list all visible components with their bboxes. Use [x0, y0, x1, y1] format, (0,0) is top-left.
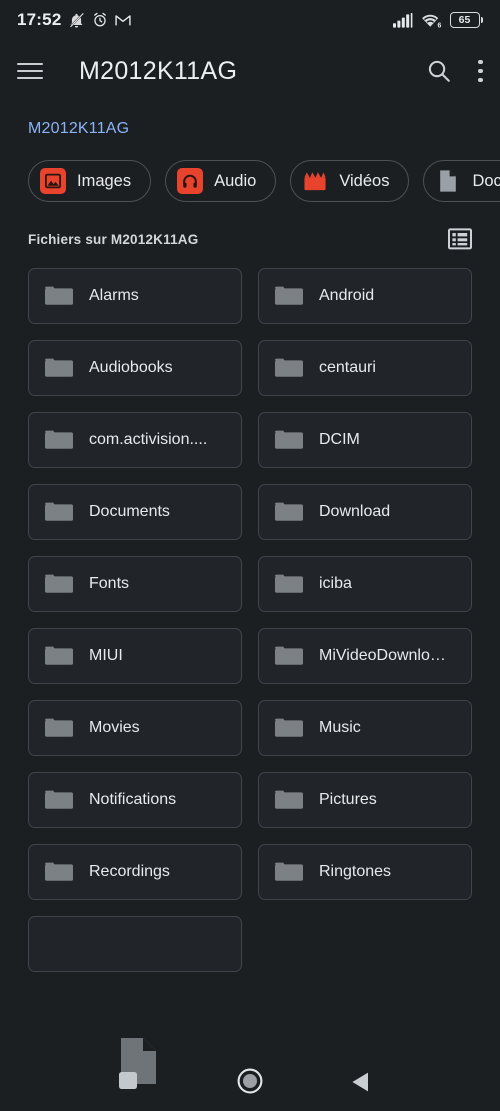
file-card[interactable]: Music [258, 700, 472, 756]
bell-muted-icon [69, 12, 85, 28]
page-title: M2012K11AG [79, 56, 238, 85]
folder-icon [44, 428, 74, 452]
filter-chip-label: Audio [214, 171, 257, 190]
folder-icon [44, 356, 74, 380]
file-grid: Alarms Android Audiobooks centauri com.activ… [0, 250, 500, 972]
breadcrumb-item-root[interactable]: M2012K11AG [28, 120, 129, 138]
file-card[interactable]: Fonts [28, 556, 242, 612]
file-card[interactable]: centauri [258, 340, 472, 396]
section-header: Fichiers sur M2012K11AG [0, 202, 500, 250]
document-icon [435, 168, 461, 194]
gmail-icon [115, 14, 132, 25]
file-card[interactable]: Movies [28, 700, 242, 756]
folder-icon [274, 356, 304, 380]
file-card[interactable]: Download [258, 484, 472, 540]
file-card[interactable]: iciba [258, 556, 472, 612]
file-card-label: Fonts [89, 575, 130, 592]
file-card-label: MIUI [89, 647, 123, 664]
file-card-label: MiVideoDownlo… [319, 647, 446, 664]
status-time: 17:52 [17, 10, 62, 29]
battery-level-label: 65 [458, 13, 471, 26]
file-card-label: Music [319, 719, 361, 736]
folder-icon [274, 860, 304, 884]
file-card-label: Pictures [319, 791, 377, 808]
svg-text:6: 6 [437, 22, 441, 28]
file-card[interactable]: com.activision.... [28, 412, 242, 468]
file-card-label: com.activision.... [89, 431, 208, 448]
folder-icon [44, 860, 74, 884]
folder-icon [274, 428, 304, 452]
file-card[interactable]: MiVideoDownlo… [258, 628, 472, 684]
filter-chip-label: Doc [472, 171, 500, 190]
folder-icon [274, 500, 304, 524]
file-card[interactable]: DCIM [258, 412, 472, 468]
home-circle-icon[interactable] [236, 1067, 264, 1095]
system-navigation-bar [0, 1049, 500, 1111]
folder-icon [44, 644, 74, 668]
file-card-label: Recordings [89, 863, 170, 880]
search-icon[interactable] [426, 58, 452, 84]
file-card[interactable]: Documents [28, 484, 242, 540]
file-card-label: Movies [89, 719, 140, 736]
filter-chip-label: Images [77, 171, 132, 190]
kebab-menu-icon[interactable] [478, 59, 483, 83]
image-icon [40, 168, 66, 194]
file-card[interactable]: MIUI [28, 628, 242, 684]
file-card-label: Notifications [89, 791, 177, 808]
file-card[interactable]: Alarms [28, 268, 242, 324]
file-card-label: iciba [319, 575, 352, 592]
file-card-label: Audiobooks [89, 359, 173, 376]
folder-icon [44, 788, 74, 812]
file-card[interactable]: Audiobooks [28, 340, 242, 396]
file-card-label: Alarms [89, 287, 139, 304]
filter-chip-images[interactable]: Images [28, 160, 152, 202]
status-bar-left: 17:52 [17, 10, 132, 30]
file-card-label: Documents [89, 503, 170, 520]
folder-icon [44, 284, 74, 308]
filter-chip-audio[interactable]: Audio [165, 160, 277, 202]
status-bar: 17:52 6 65 [0, 0, 500, 40]
breadcrumb: M2012K11AG [0, 102, 500, 138]
alarm-clock-icon [94, 12, 107, 27]
folder-icon [274, 716, 304, 740]
back-triangle-icon[interactable] [348, 1069, 374, 1095]
file-card-label: centauri [319, 359, 376, 376]
battery-indicator: 65 [449, 12, 483, 28]
file-card-label: DCIM [319, 431, 360, 448]
file-card[interactable]: Recordings [28, 844, 242, 900]
headphones-icon [177, 168, 204, 194]
folder-icon [274, 284, 304, 308]
filter-chip-documents[interactable]: Doc [423, 160, 500, 202]
file-card-partial[interactable] [28, 916, 242, 972]
folder-icon [44, 716, 74, 740]
file-card-label: Android [319, 287, 375, 304]
file-card[interactable]: Ringtones [258, 844, 472, 900]
clapperboard-icon [302, 168, 328, 194]
filter-chip-label: Vidéos [339, 171, 390, 190]
filter-chip-row[interactable]: Images Audio Vidéos Doc [0, 138, 500, 202]
cellular-signal-icon [392, 12, 412, 28]
file-card[interactable]: Android [258, 268, 472, 324]
file-card-label: Ringtones [319, 863, 392, 880]
folder-icon [44, 572, 74, 596]
file-card[interactable]: Pictures [258, 772, 472, 828]
toolbar-actions [426, 58, 483, 84]
wifi-6-icon: 6 [421, 14, 441, 28]
app-toolbar: M2012K11AG [0, 40, 500, 102]
folder-icon [274, 788, 304, 812]
file-card-label: Download [319, 503, 391, 520]
folder-icon [44, 500, 74, 524]
section-title: Fichiers sur M2012K11AG [28, 231, 199, 247]
list-view-icon[interactable] [448, 228, 472, 250]
file-card[interactable]: Notifications [28, 772, 242, 828]
filter-chip-videos[interactable]: Vidéos [290, 160, 410, 202]
folder-icon [274, 644, 304, 668]
folder-icon [274, 572, 304, 596]
hamburger-menu-icon[interactable] [17, 56, 47, 86]
status-bar-right: 6 65 [392, 12, 483, 28]
